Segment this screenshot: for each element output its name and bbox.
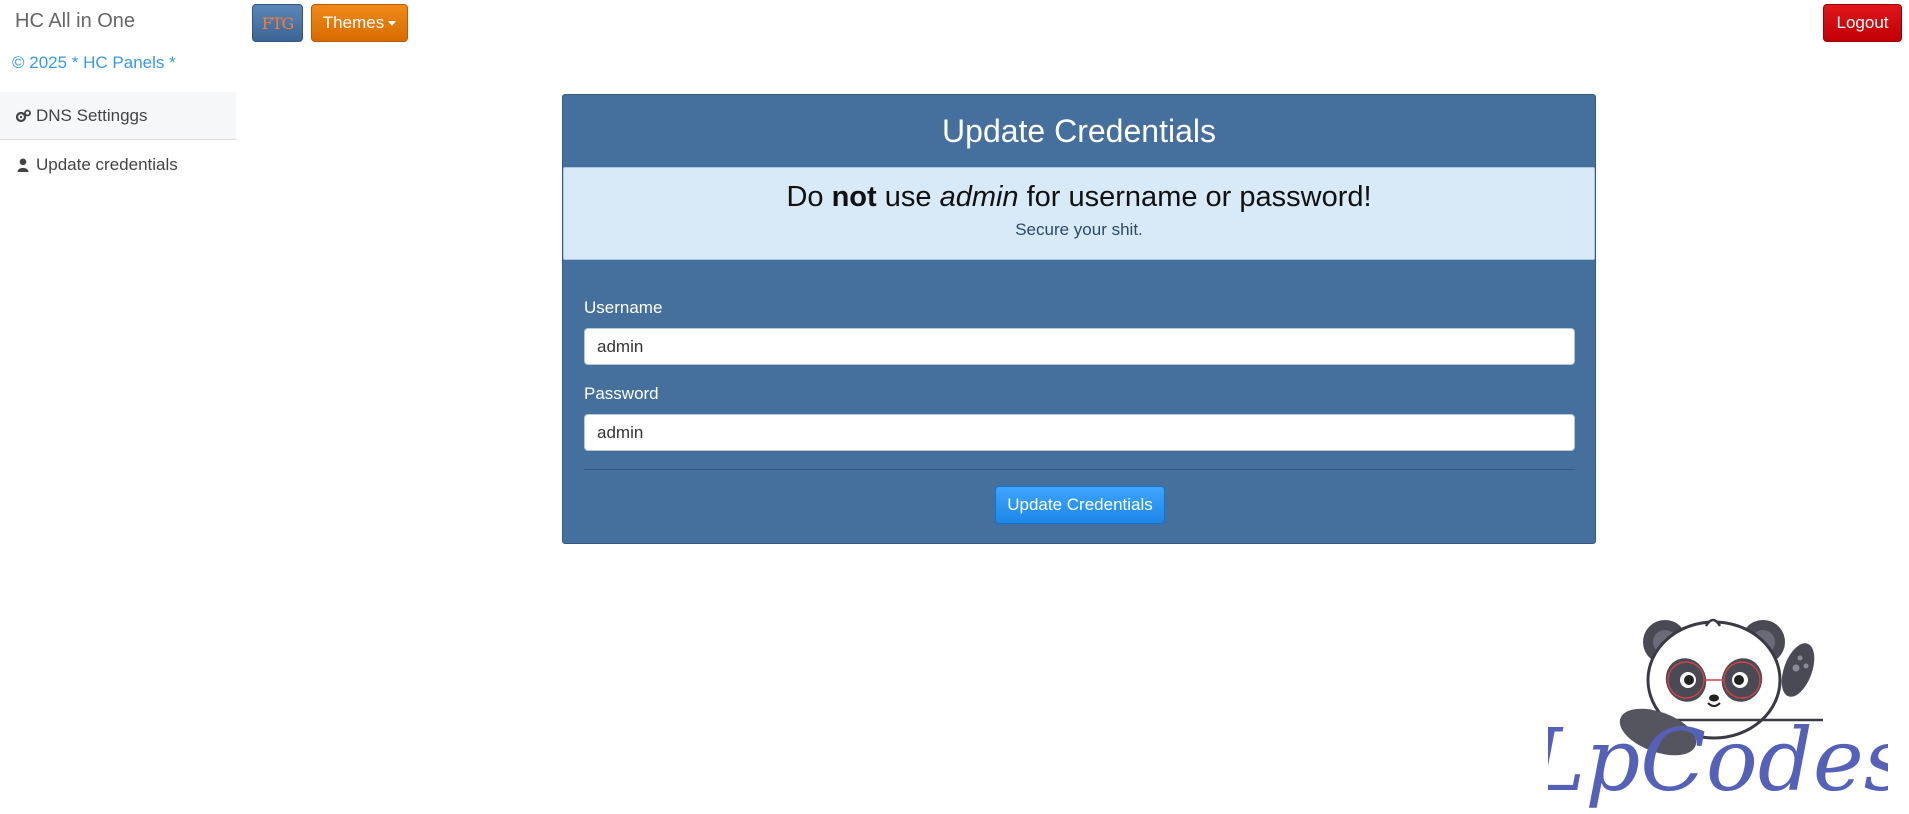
panda-logo-icon: LpCodes (1526, 618, 1908, 811)
brand-title[interactable]: HC All in One (15, 10, 135, 33)
username-input[interactable] (584, 328, 1575, 365)
logo-text: LpCodes (1548, 711, 1888, 810)
themes-dropdown-button[interactable]: Themes (311, 4, 408, 42)
sidebar-item-label: DNS Settinggs (36, 105, 148, 125)
sidebar-item-dns-settings[interactable]: DNS Settinggs (0, 92, 236, 140)
gears-icon (14, 109, 32, 123)
sidebar-item-update-credentials[interactable]: Update credentials (0, 141, 236, 189)
divider (584, 469, 1575, 470)
ftg-label: FTG (261, 13, 295, 33)
update-credentials-panel: Update Credentials Do not use admin for … (562, 94, 1596, 544)
password-input[interactable] (584, 414, 1575, 451)
password-label: Password (584, 384, 659, 403)
username-label: Username (584, 298, 663, 317)
sidebar: HC All in One © 2025 * HC Panels * DNS S… (0, 0, 236, 814)
sidebar-item-label: Update credentials (36, 155, 178, 174)
user-icon (14, 158, 32, 172)
alert-title: Do not use admin for username or passwor… (786, 181, 1372, 213)
caret-down-icon (388, 20, 397, 26)
ftg-button[interactable]: FTG (252, 4, 303, 42)
update-credentials-button[interactable]: Update Credentials (995, 486, 1165, 524)
lpcodes-logo: LpCodes (1526, 610, 1908, 811)
logout-label: Logout (1836, 13, 1889, 32)
warning-alert: Do not use admin for username or passwor… (563, 167, 1595, 260)
alert-subtitle: Secure your shit. (1015, 220, 1143, 239)
logout-button[interactable]: Logout (1823, 4, 1902, 42)
panel-title: Update Credentials (942, 112, 1216, 149)
copyright-link[interactable]: © 2025 * HC Panels * (12, 53, 176, 73)
themes-label: Themes (322, 13, 385, 32)
